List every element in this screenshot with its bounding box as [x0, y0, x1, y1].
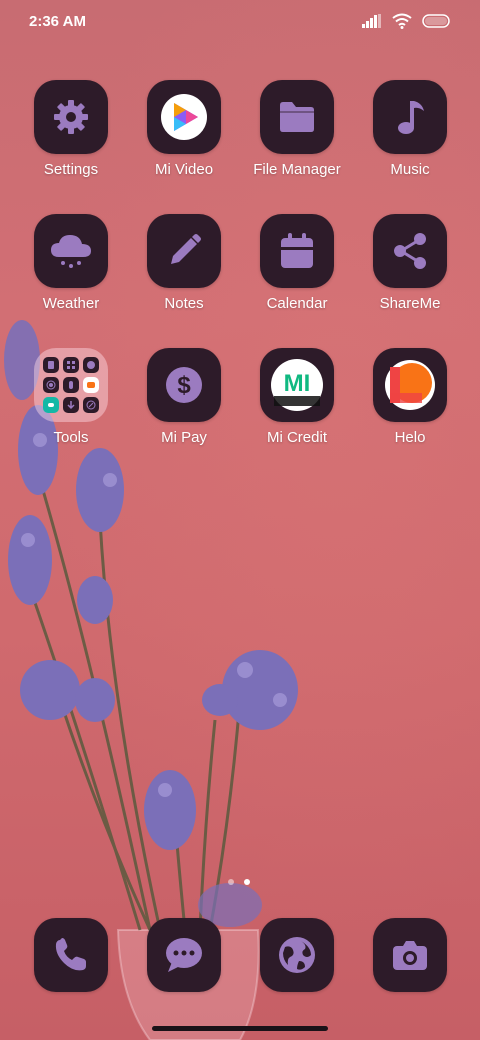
play-icon [161, 94, 207, 140]
app-label: Music [390, 161, 430, 178]
messages-tile[interactable] [147, 918, 221, 992]
signal-icon [362, 14, 381, 28]
weather-tile[interactable] [34, 214, 108, 288]
mi-video-tile[interactable] [147, 80, 221, 154]
app-label: Mi Video [154, 161, 214, 178]
helo-tile[interactable] [373, 348, 447, 422]
dock-browser[interactable] [247, 918, 347, 992]
mini-app-icon [83, 397, 99, 413]
globe-icon [279, 937, 315, 973]
svg-text:$: $ [177, 372, 191, 399]
app-label: Mi Pay [161, 429, 207, 446]
app-notes[interactable]: Notes [134, 214, 234, 312]
camera-icon [393, 941, 427, 970]
notes-tile[interactable] [147, 214, 221, 288]
app-label: Settings [43, 161, 99, 178]
app-mi-video[interactable]: Mi Video [134, 80, 234, 178]
home-indicator[interactable] [152, 1026, 328, 1031]
mini-app-icon [63, 357, 79, 373]
app-label: Weather [42, 295, 100, 312]
tools-folder-tile[interactable] [34, 348, 108, 422]
app-settings[interactable]: Settings [21, 80, 121, 178]
message-icon [166, 938, 202, 972]
music-tile[interactable] [373, 80, 447, 154]
mi-credit-logo: MI [271, 359, 323, 411]
folder-icon [280, 102, 314, 132]
page-dot[interactable] [228, 879, 234, 885]
shareme-tile[interactable] [373, 214, 447, 288]
browser-tile[interactable] [260, 918, 334, 992]
dollar-icon: $ [166, 367, 202, 403]
file-manager-tile[interactable] [260, 80, 334, 154]
phone-tile[interactable] [34, 918, 108, 992]
share-icon [394, 233, 426, 269]
mini-app-icon [63, 397, 79, 413]
dock-camera[interactable] [360, 918, 460, 992]
app-helo[interactable]: Helo [360, 348, 460, 446]
app-file-manager[interactable]: File Manager [247, 80, 347, 178]
svg-text:MI: MI [284, 370, 311, 397]
calendar-icon [281, 233, 313, 268]
app-calendar[interactable]: Calendar [247, 214, 347, 312]
page-indicator [228, 879, 250, 885]
phone-icon [55, 938, 86, 971]
app-folder-tools[interactable]: Tools [21, 348, 121, 446]
app-shareme[interactable]: ShareMe [360, 214, 460, 312]
calendar-tile[interactable] [260, 214, 334, 288]
mi-credit-tile[interactable]: MI [260, 348, 334, 422]
app-mi-credit[interactable]: MI Mi Credit [247, 348, 347, 446]
mi-pay-tile[interactable]: $ [147, 348, 221, 422]
cloud-icon [51, 235, 91, 268]
mini-app-icon [43, 377, 59, 393]
status-time: 2:36 AM [29, 13, 86, 30]
battery-icon [422, 14, 450, 28]
app-label: File Manager [253, 161, 341, 178]
settings-tile[interactable] [34, 80, 108, 154]
wifi-icon [392, 13, 412, 29]
app-weather[interactable]: Weather [21, 214, 121, 312]
mini-app-icon [43, 397, 59, 413]
mini-app-icon [83, 357, 99, 373]
page-dot-active[interactable] [244, 879, 250, 885]
status-bar: 2:36 AM [0, 0, 480, 44]
music-note-icon [398, 101, 424, 134]
app-mi-pay[interactable]: $ Mi Pay [134, 348, 234, 446]
app-music[interactable]: Music [360, 80, 460, 178]
helo-logo [385, 360, 435, 410]
dock-phone[interactable] [21, 918, 121, 992]
app-label: Helo [394, 429, 426, 446]
mini-app-icon [43, 357, 59, 373]
app-label: ShareMe [379, 295, 441, 312]
camera-tile[interactable] [373, 918, 447, 992]
mini-app-icon [83, 377, 99, 393]
app-label: Tools [53, 429, 89, 446]
dock-messages[interactable] [134, 918, 234, 992]
pencil-icon [171, 234, 201, 264]
mini-app-icon [63, 377, 79, 393]
app-label: Notes [164, 295, 204, 312]
app-label: Mi Credit [266, 429, 327, 446]
gear-icon [54, 100, 88, 134]
app-label: Calendar [266, 295, 328, 312]
